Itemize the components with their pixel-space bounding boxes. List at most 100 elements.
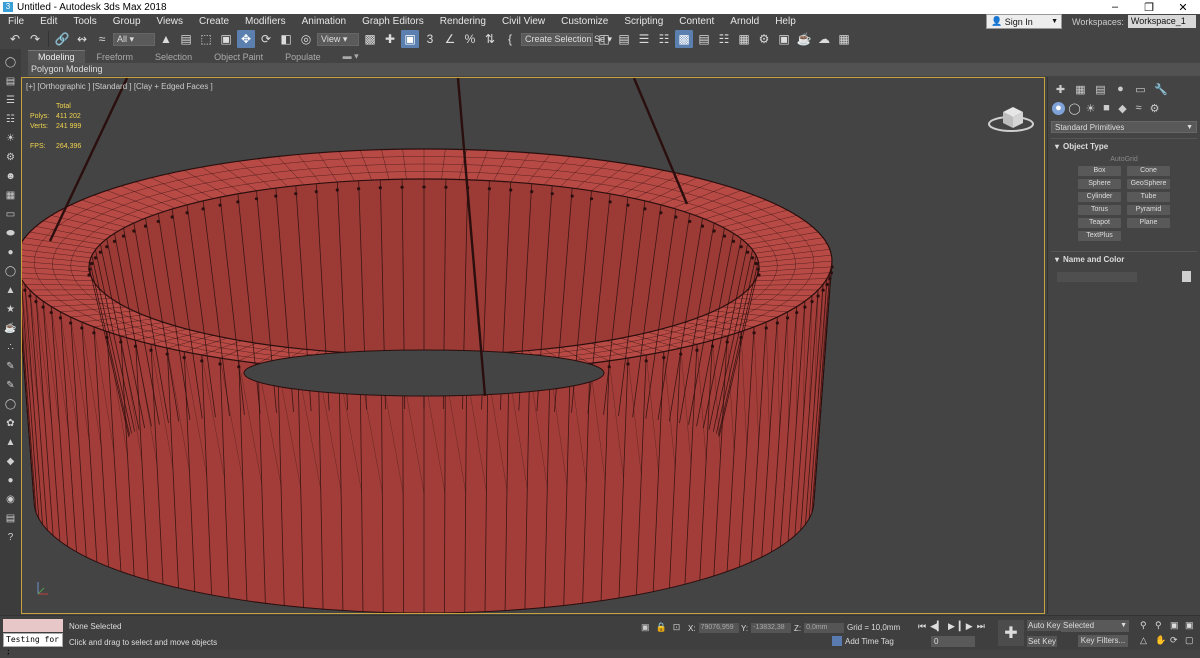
schematic-view-icon[interactable]: ☷: [715, 30, 733, 48]
previous-frame-icon[interactable]: ◀▎: [930, 621, 944, 632]
auto-key-button[interactable]: Auto Key: [1027, 620, 1061, 631]
maxscript-input[interactable]: Testing for ;: [3, 633, 63, 647]
select-manipulate-icon[interactable]: ✚: [381, 30, 399, 48]
list-icon[interactable]: ☰: [4, 93, 18, 108]
link-icon[interactable]: 🔗: [53, 30, 71, 48]
menu-edit[interactable]: Edit: [32, 16, 65, 27]
menu-scripting[interactable]: Scripting: [616, 16, 671, 27]
pyramid-button[interactable]: Pyramid: [1127, 205, 1170, 215]
viewport-layout-icon[interactable]: ◯: [4, 55, 18, 70]
leaf-icon[interactable]: ✿: [4, 416, 18, 431]
torus-button[interactable]: Torus: [1078, 205, 1121, 215]
tab-modeling[interactable]: Modeling: [28, 50, 85, 63]
toggle-ribbon-icon[interactable]: ▩: [675, 30, 693, 48]
x-input[interactable]: 79076,959: [699, 623, 739, 633]
bind-space-warp-icon[interactable]: ≈: [93, 30, 111, 48]
zoom-extents-icon[interactable]: ▣: [1170, 620, 1183, 631]
tab-freeform[interactable]: Freeform: [87, 51, 144, 63]
menu-civil-view[interactable]: Civil View: [494, 16, 553, 27]
ellipse-icon[interactable]: ⬬: [4, 226, 18, 241]
angle-snap-icon[interactable]: ∠: [441, 30, 459, 48]
reference-coordinate-select[interactable]: View ▾: [317, 33, 359, 46]
polygon-modeling-panel[interactable]: Polygon Modeling: [28, 63, 1200, 76]
select-by-name-icon[interactable]: ▤: [177, 30, 195, 48]
modify-tab-icon[interactable]: ▦: [1074, 83, 1087, 96]
layer-icon[interactable]: ▤: [4, 74, 18, 89]
set-key-button[interactable]: Set Key: [1027, 636, 1057, 647]
menu-views[interactable]: Views: [149, 16, 192, 27]
display-tab-icon[interactable]: ▭: [1134, 83, 1147, 96]
ring-chandelier-model[interactable]: [22, 78, 1044, 613]
isolate-icon[interactable]: ▣: [641, 622, 650, 633]
sign-in-dropdown[interactable]: 👤 Sign In ▼: [986, 14, 1062, 29]
percent-snap-icon[interactable]: %: [461, 30, 479, 48]
globe-icon[interactable]: ◯: [4, 397, 18, 412]
character-icon[interactable]: ☻: [4, 169, 18, 184]
space-warps-icon[interactable]: ≈: [1132, 102, 1145, 115]
zoom-extents-all-icon[interactable]: ▣: [1185, 620, 1198, 631]
lock-icon[interactable]: 🔒: [656, 622, 667, 633]
spinner-snap-icon[interactable]: ⇅: [481, 30, 499, 48]
undo-icon[interactable]: ↶: [6, 30, 24, 48]
toggle-scene-explorer-icon[interactable]: ☰: [635, 30, 653, 48]
redo-icon[interactable]: ↷: [26, 30, 44, 48]
select-object-icon[interactable]: ▲: [157, 30, 175, 48]
cone-button[interactable]: Cone: [1127, 166, 1170, 176]
play-icon[interactable]: ▶: [948, 621, 955, 632]
plane-button[interactable]: Plane: [1127, 218, 1170, 228]
go-to-start-icon[interactable]: ⏮: [918, 621, 926, 632]
tab-object-paint[interactable]: Object Paint: [204, 51, 273, 63]
primitive-type-select[interactable]: Standard Primitives ▼: [1051, 121, 1197, 133]
torus-icon[interactable]: ◯: [4, 264, 18, 279]
y-input[interactable]: -13832,38: [751, 623, 791, 633]
menu-rendering[interactable]: Rendering: [432, 16, 494, 27]
scene-explorer-icon[interactable]: ☷: [4, 112, 18, 127]
render-in-cloud-icon[interactable]: ☁: [815, 30, 833, 48]
menu-help[interactable]: Help: [767, 16, 804, 27]
menu-tools[interactable]: Tools: [65, 16, 104, 27]
field-of-view-icon[interactable]: △: [1140, 635, 1153, 646]
menu-arnold[interactable]: Arnold: [722, 16, 767, 27]
object-name-input[interactable]: [1057, 272, 1137, 282]
hierarchy-icon[interactable]: ▦: [4, 188, 18, 203]
motion-tab-icon[interactable]: ●: [1114, 83, 1127, 96]
curve-editor-icon[interactable]: ▤: [695, 30, 713, 48]
menu-customize[interactable]: Customize: [553, 16, 616, 27]
render-icon[interactable]: ◉: [4, 492, 18, 507]
select-and-move-icon[interactable]: ✥: [237, 30, 255, 48]
tab-populate[interactable]: Populate: [275, 51, 331, 63]
toggle-layer-explorer-icon[interactable]: ☷: [655, 30, 673, 48]
bones-icon[interactable]: ⚙: [4, 150, 18, 165]
maxscript-mini-listener[interactable]: [3, 619, 63, 632]
container-icon[interactable]: ▭: [4, 207, 18, 222]
named-selection-set-select[interactable]: Create Selection Se ▾: [521, 33, 593, 46]
menu-graph-editors[interactable]: Graph Editors: [354, 16, 432, 27]
select-and-rotate-icon[interactable]: ⟳: [257, 30, 275, 48]
viewcube-icon[interactable]: [983, 100, 1043, 140]
menu-create[interactable]: Create: [191, 16, 237, 27]
material-editor-icon[interactable]: ▦: [735, 30, 753, 48]
render-production-icon[interactable]: ☕: [795, 30, 813, 48]
cone-icon[interactable]: ▲: [4, 283, 18, 298]
material-sphere-icon[interactable]: ●: [4, 473, 18, 488]
pivot-point-icon[interactable]: ▩: [361, 30, 379, 48]
create-tab-icon[interactable]: ✚: [1054, 83, 1067, 96]
align-icon[interactable]: ▤: [615, 30, 633, 48]
autogrid-checkbox[interactable]: AutoGrid: [1051, 156, 1197, 163]
close-icon[interactable]: ✕: [1166, 1, 1200, 14]
current-frame-input[interactable]: 0: [931, 636, 975, 647]
object-color-swatch[interactable]: [1182, 271, 1191, 282]
viewport-label[interactable]: [+] [Orthographic ] [Standard ] [Clay + …: [26, 82, 213, 91]
help-icon[interactable]: ?: [4, 530, 18, 545]
bulb-icon[interactable]: ☀: [4, 131, 18, 146]
maximize-viewport-icon[interactable]: ▢: [1185, 635, 1198, 646]
rock-icon[interactable]: ◆: [4, 454, 18, 469]
tube-button[interactable]: Tube: [1127, 192, 1170, 202]
teapot-icon[interactable]: ☕: [4, 321, 18, 336]
key-mode-icon[interactable]: ✚: [998, 620, 1024, 646]
unlink-icon[interactable]: ↭: [73, 30, 91, 48]
terrain-icon[interactable]: ▲: [4, 435, 18, 450]
rectangular-selection-icon[interactable]: ⬚: [197, 30, 215, 48]
key-filters-button[interactable]: Key Filters...: [1078, 635, 1128, 647]
a360-gallery-icon[interactable]: ▦: [835, 30, 853, 48]
